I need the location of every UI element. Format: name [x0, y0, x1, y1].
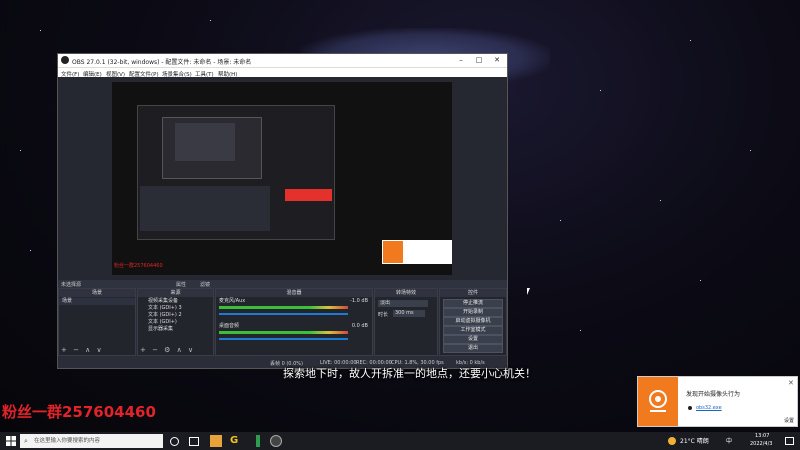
filters-button[interactable]: 滤镜 [200, 281, 210, 288]
windows-taskbar: ⌕ 在这里输入你要搜索的内容 G 21°C 晴朗 中 13:07 2022/4/… [0, 432, 800, 450]
preview-area: 粉丝一群257604460 [58, 77, 507, 280]
notification-close-icon[interactable]: ✕ [788, 379, 794, 387]
sources-header: 来源 [138, 289, 213, 297]
close-button[interactable]: ✕ [488, 55, 506, 66]
volume-slider[interactable] [219, 338, 348, 340]
duration-input[interactable]: 300 ms [393, 310, 425, 317]
studio-mode-button[interactable]: 工作室模式 [443, 326, 503, 335]
obs-titlebar[interactable]: OBS 27.0.1 (32-bit, windows) - 配置文件: 未命名… [58, 54, 507, 67]
sources-panel: 来源 视频采集设备 文本 (GDI+) 3 文本 (GDI+) 2 文本 (GD… [137, 288, 214, 356]
transition-select[interactable]: 淡出 [378, 300, 428, 307]
nested-preview-3 [175, 123, 235, 161]
mixer-track-db: 0.0 dB [351, 323, 368, 329]
audio-meter [219, 306, 348, 309]
scenes-panel: 场景 场景 + − ∧ ∨ [58, 288, 136, 356]
obs-window[interactable]: OBS 27.0.1 (32-bit, windows) - 配置文件: 未命名… [57, 53, 508, 369]
notification-settings[interactable]: 设置 [784, 417, 794, 424]
sources-toolbar[interactable]: + − ⚙ ∧ ∨ [140, 346, 195, 354]
nested-notification [382, 240, 452, 264]
notification-center-icon[interactable] [785, 437, 794, 445]
stop-streaming-button[interactable]: 停止推流 [443, 299, 503, 308]
task-view-icon[interactable] [189, 437, 199, 446]
windows-start-icon[interactable] [5, 435, 17, 447]
source-item[interactable]: 显示器采集 [138, 326, 213, 333]
mixer-header: 混音器 [216, 289, 372, 297]
start-recording-button[interactable]: 开始录制 [443, 308, 503, 317]
camera-icon-tile [638, 377, 678, 426]
maximize-button[interactable]: □ [470, 55, 488, 66]
controls-panel: 控件 停止推流 开始录制 启动虚拟摄像机 工作室模式 设置 退出 [439, 288, 507, 356]
clock-date[interactable]: 2022/4/3 [750, 441, 772, 447]
properties-button[interactable]: 属性 [176, 281, 186, 288]
transitions-panel: 转场特效 淡出 时长 300 ms [374, 288, 438, 356]
fans-group-text: 粉丝一群257604460 [2, 403, 156, 421]
ime-indicator[interactable]: 中 [726, 436, 732, 445]
no-source-label: 未选择源 [61, 282, 82, 288]
search-placeholder: 在这里输入你要搜索的内容 [34, 438, 101, 444]
source-item[interactable]: 文本 (GDI+) [138, 319, 213, 326]
controls-header: 控件 [440, 289, 506, 297]
camera-notification[interactable]: 发现开始摄像头行为 obs32.exe 设置 ✕ [637, 376, 798, 427]
notification-title: 发现开始摄像头行为 [686, 391, 741, 398]
duration-label: 时长 [378, 312, 389, 318]
nested-fans-text: 粉丝一群257604460 [114, 263, 163, 269]
search-icon: ⌕ [24, 437, 28, 445]
source-item[interactable]: 文本 (GDI+) 3 [138, 305, 213, 312]
scenes-header: 场景 [59, 289, 135, 297]
video-subtitle: 探索地下时，故人开拆准一的地点，还要小心机关！ [283, 367, 536, 380]
nested-obs-docks [140, 186, 270, 231]
mixer-track-db: -1.0 dB [350, 298, 368, 304]
mouse-cursor [527, 288, 530, 295]
nested-red-text-box [285, 189, 332, 201]
app-icon-green[interactable] [256, 435, 260, 447]
preview-canvas[interactable]: 粉丝一群257604460 [112, 82, 452, 275]
settings-button[interactable]: 设置 [443, 335, 503, 344]
app-icon-folder[interactable] [210, 435, 222, 447]
source-toolbar: 未选择源 属性 滤镜 [58, 280, 507, 288]
obs-app-icon [61, 56, 69, 64]
app-icon-g[interactable]: G [230, 435, 242, 447]
exit-button[interactable]: 退出 [443, 344, 503, 353]
volume-slider[interactable] [219, 313, 348, 315]
source-item[interactable]: 视频采集设备 [138, 298, 213, 305]
app-dot-icon [688, 406, 692, 410]
clock-time[interactable]: 13:07 [755, 433, 769, 439]
mixer-panel: 混音器 麦克风/Aux -1.0 dB 桌面音频 0.0 dB [215, 288, 373, 356]
obs-taskbar-icon[interactable] [270, 435, 282, 447]
taskbar-search[interactable]: ⌕ 在这里输入你要搜索的内容 [20, 434, 163, 448]
cortana-icon[interactable] [170, 437, 179, 446]
weather-icon [668, 437, 676, 445]
minimize-button[interactable]: – [452, 55, 470, 66]
virtual-camera-button[interactable]: 启动虚拟摄像机 [443, 317, 503, 326]
source-item[interactable]: 文本 (GDI+) 2 [138, 312, 213, 319]
nested-preview-2 [162, 117, 262, 179]
audio-meter [219, 331, 348, 334]
app-link[interactable]: obs32.exe [696, 405, 722, 411]
webcam-icon [649, 390, 667, 412]
weather-text[interactable]: 21°C 晴朗 [680, 436, 709, 445]
scenes-toolbar[interactable]: + − ∧ ∨ [61, 346, 104, 354]
transitions-header: 转场特效 [375, 289, 437, 297]
scene-item[interactable]: 场景 [59, 298, 135, 305]
obs-window-title: OBS 27.0.1 (32-bit, windows) - 配置文件: 未命名… [72, 59, 252, 66]
nested-preview-1 [137, 105, 335, 240]
